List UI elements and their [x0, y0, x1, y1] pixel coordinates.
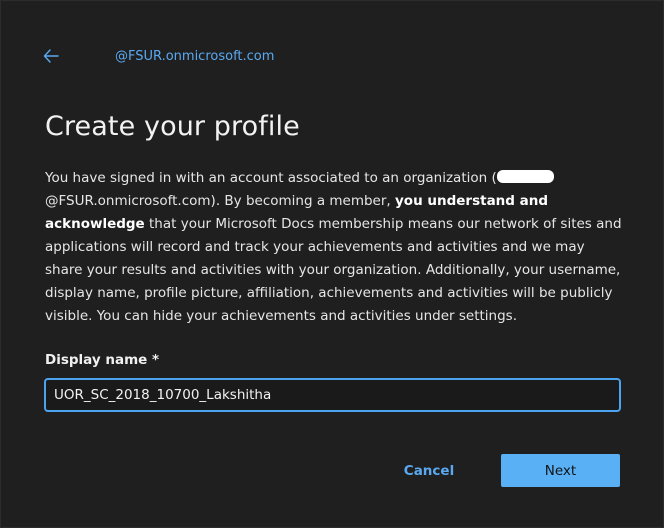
page-title: Create your profile: [45, 111, 300, 142]
cancel-button[interactable]: Cancel: [393, 456, 465, 486]
display-name-field-wrapper: [44, 378, 621, 412]
account-email: @FSUR.onmicrosoft.com: [115, 49, 275, 64]
display-name-input[interactable]: [46, 380, 619, 410]
description-text-2: @FSUR.onmicrosoft.com). By becoming a me…: [45, 193, 395, 209]
arrow-left-icon: [43, 48, 59, 67]
profile-description: You have signed in with an account assoc…: [45, 167, 625, 328]
redacted-username: [496, 170, 554, 183]
display-name-label: Display name *: [45, 352, 160, 368]
create-profile-dialog: @FSUR.onmicrosoft.com Create your profil…: [0, 0, 664, 528]
description-text-3: that your Microsoft Docs membership mean…: [45, 216, 622, 324]
back-button[interactable]: [37, 43, 65, 71]
description-text-1: You have signed in with an account assoc…: [45, 170, 497, 186]
next-button[interactable]: Next: [501, 454, 620, 487]
dialog-header: @FSUR.onmicrosoft.com: [1, 1, 663, 64]
